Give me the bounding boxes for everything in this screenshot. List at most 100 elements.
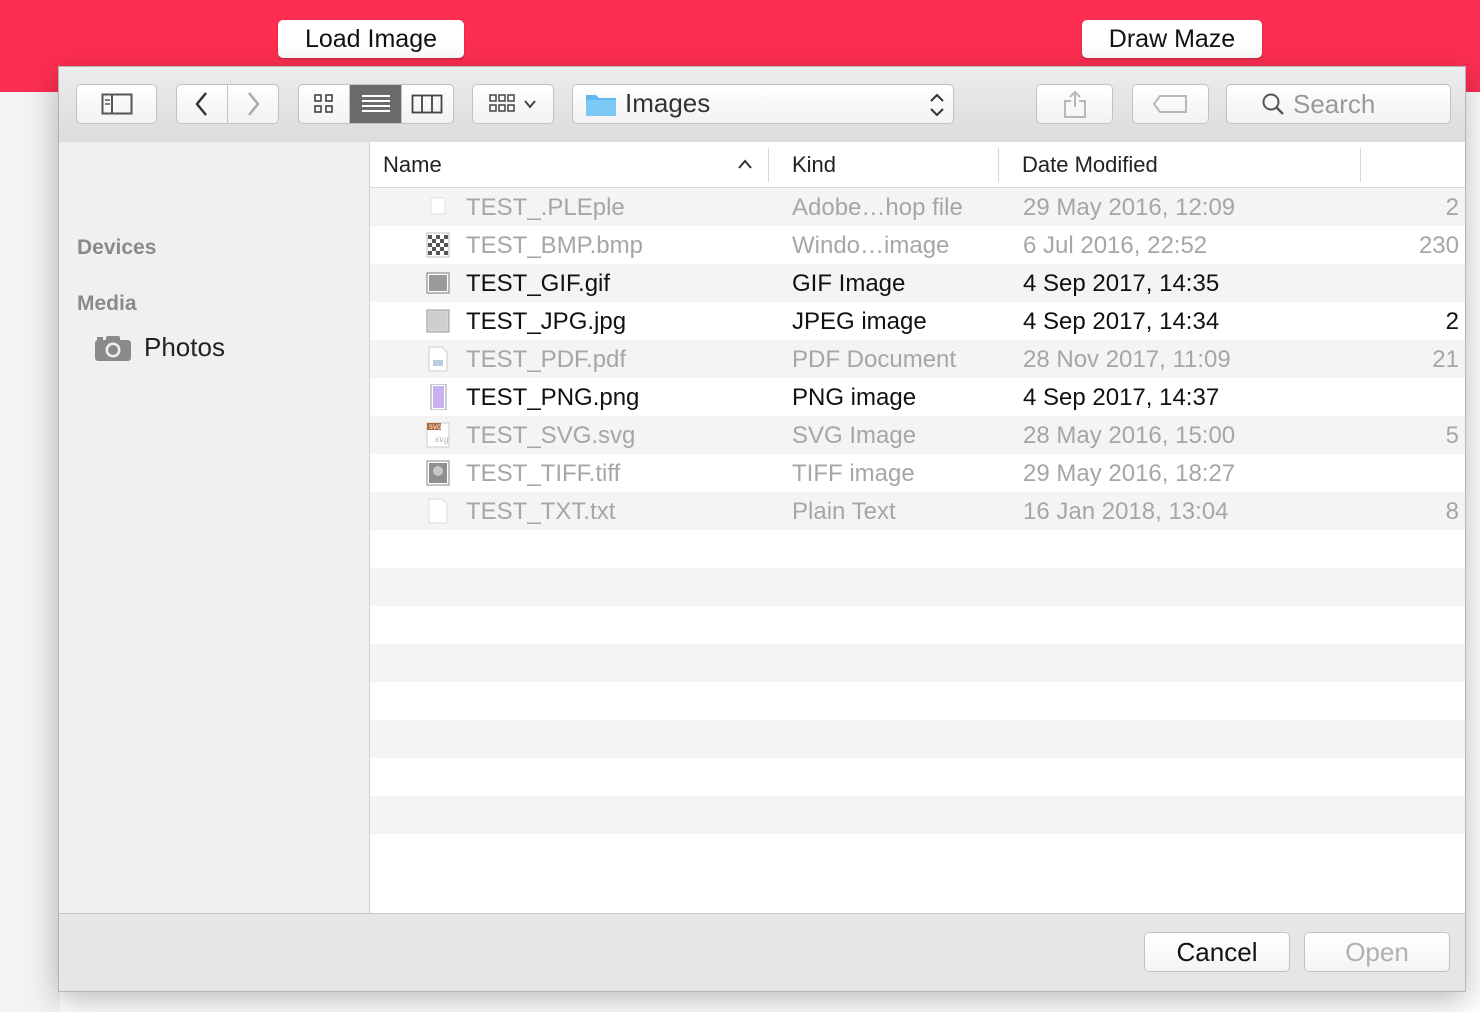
svg-text:svg: svg bbox=[435, 435, 449, 444]
folder-icon bbox=[586, 95, 616, 116]
empty-row bbox=[370, 606, 1465, 644]
page-background bbox=[0, 92, 60, 1012]
column-divider[interactable] bbox=[768, 148, 769, 182]
file-size-cell: 2 bbox=[1445, 308, 1459, 335]
file-name-cell: TEST_GIF.gif bbox=[466, 270, 611, 297]
empty-row bbox=[370, 834, 1465, 872]
forward-button[interactable] bbox=[228, 85, 278, 123]
file-list: Name Kind Date Modified TEST_.PLEple Adob… bbox=[370, 142, 1465, 913]
cancel-button[interactable]: Cancel bbox=[1144, 932, 1290, 972]
icon-view-button[interactable] bbox=[299, 85, 351, 123]
sidebar-icon bbox=[101, 93, 132, 115]
file-date-cell: 28 May 2016, 15:00 bbox=[1023, 422, 1236, 449]
sidebar-toggle-button[interactable] bbox=[76, 84, 157, 124]
file-size-cell: 2 bbox=[1445, 194, 1459, 221]
photo-image-icon bbox=[426, 460, 450, 486]
file-kind-cell: JPEG image bbox=[792, 308, 927, 335]
file-date-cell: 4 Sep 2017, 14:35 bbox=[1023, 270, 1220, 297]
file-name-cell: TEST_.PLEple bbox=[466, 194, 625, 221]
text-file-icon bbox=[426, 498, 450, 524]
dialog-footer: Cancel Open bbox=[59, 913, 1465, 991]
load-image-button[interactable]: Load Image bbox=[278, 20, 464, 58]
list-view-button[interactable] bbox=[350, 85, 402, 123]
list-icon bbox=[361, 95, 390, 112]
updown-chevron-icon bbox=[930, 93, 944, 117]
search-field[interactable]: Search bbox=[1226, 84, 1451, 124]
file-kind-cell: SVG Image bbox=[792, 422, 917, 449]
chevron-left-icon bbox=[195, 92, 207, 116]
sidebar-item-photos[interactable]: Photos bbox=[94, 332, 225, 363]
file-date-cell: 29 May 2016, 18:27 bbox=[1023, 460, 1236, 487]
file-size-cell: 230 bbox=[1418, 232, 1459, 259]
column-view-button[interactable] bbox=[402, 85, 453, 123]
file-date-cell: 29 May 2016, 12:09 bbox=[1023, 194, 1236, 221]
file-name-cell: TEST_BMP.bmp bbox=[466, 232, 643, 259]
search-placeholder: Search bbox=[1293, 88, 1376, 119]
file-date-cell: 4 Sep 2017, 14:37 bbox=[1023, 384, 1220, 411]
table-row[interactable]: SVG svg TEST_SVG.svg SVG Image 28 May 2016, … bbox=[370, 416, 1465, 454]
file-date-cell: 28 Nov 2017, 11:09 bbox=[1023, 346, 1231, 373]
file-date-cell: 4 Sep 2017, 14:34 bbox=[1023, 308, 1220, 335]
svg-text:SVG: SVG bbox=[429, 424, 442, 431]
empty-row bbox=[370, 644, 1465, 682]
file-rows: TEST_.PLEple Adobe…hop file 29 May 2016, 1… bbox=[370, 188, 1465, 872]
gray-image-icon bbox=[426, 270, 450, 296]
tag-button[interactable] bbox=[1132, 84, 1209, 124]
table-row[interactable]: TEST_TIFF.tiff TIFF image 29 May 2016, 18:… bbox=[370, 454, 1465, 492]
column-header-date-modified[interactable]: Date Modified bbox=[1022, 152, 1158, 178]
table-row[interactable]: TEST_GIF.gif GIF Image 4 Sep 2017, 14:35 bbox=[370, 264, 1465, 302]
empty-row bbox=[370, 720, 1465, 758]
purple-image-icon bbox=[426, 383, 450, 411]
dialog-toolbar: Images Search bbox=[59, 67, 1465, 143]
columns-icon bbox=[411, 94, 443, 114]
share-button[interactable] bbox=[1036, 84, 1113, 124]
chevron-down-icon bbox=[524, 100, 536, 109]
arrange-icon bbox=[489, 94, 515, 112]
checker-image-icon bbox=[426, 232, 450, 258]
location-popup[interactable]: Images bbox=[572, 84, 954, 124]
file-name-cell: TEST_JPG.jpg bbox=[466, 308, 627, 335]
table-row[interactable]: TEST_BMP.bmp Windo…image 6 Jul 2016, 22:52… bbox=[370, 226, 1465, 264]
sidebar: Devices Media Photos bbox=[59, 142, 370, 913]
tag-icon bbox=[1152, 95, 1187, 113]
draw-maze-button[interactable]: Draw Maze bbox=[1082, 20, 1262, 58]
file-kind-cell: Windo…image bbox=[792, 232, 950, 259]
column-divider[interactable] bbox=[1360, 148, 1361, 182]
back-button[interactable] bbox=[177, 85, 228, 123]
column-header-kind[interactable]: Kind bbox=[792, 152, 836, 178]
file-kind-cell: Plain Text bbox=[792, 498, 896, 525]
table-row[interactable]: TEST_TXT.txt Plain Text 16 Jan 2018, 13:04… bbox=[370, 492, 1465, 530]
file-name-cell: TEST_SVG.svg bbox=[466, 422, 636, 449]
sort-ascending-icon bbox=[738, 159, 752, 169]
file-name-cell: TEST_TXT.txt bbox=[466, 498, 616, 525]
column-divider[interactable] bbox=[998, 148, 999, 182]
noise-image-icon bbox=[426, 308, 450, 334]
table-row[interactable]: TEST_PNG.png PNG image 4 Sep 2017, 14:37 bbox=[370, 378, 1465, 416]
table-row[interactable]: TEST_JPG.jpg JPEG image 4 Sep 2017, 14:34 2 bbox=[370, 302, 1465, 340]
empty-row bbox=[370, 796, 1465, 834]
column-header-name[interactable]: Name bbox=[383, 152, 442, 178]
file-date-cell: 16 Jan 2018, 13:04 bbox=[1023, 498, 1229, 525]
empty-row bbox=[370, 682, 1465, 720]
file-kind-cell: Adobe…hop file bbox=[792, 194, 963, 221]
pdf-document-icon bbox=[426, 346, 450, 372]
sidebar-item-label: Photos bbox=[144, 332, 225, 362]
search-icon bbox=[1262, 93, 1284, 115]
file-size-cell: 5 bbox=[1445, 422, 1459, 449]
open-button[interactable]: Open bbox=[1304, 932, 1450, 972]
file-kind-cell: PNG image bbox=[792, 384, 917, 411]
svg-document-icon: SVG svg bbox=[426, 422, 450, 448]
arrange-menu-button[interactable] bbox=[472, 84, 554, 124]
empty-row bbox=[370, 758, 1465, 796]
table-row[interactable]: TEST_.PLEple Adobe…hop file 29 May 2016, 1… bbox=[370, 188, 1465, 226]
sidebar-section-media: Media bbox=[77, 292, 137, 315]
table-row[interactable]: TEST_PDF.pdf PDF Document 28 Nov 2017, 11:… bbox=[370, 340, 1465, 378]
share-icon bbox=[1063, 90, 1086, 118]
grid-icon bbox=[314, 94, 333, 113]
file-size-cell: 21 bbox=[1432, 346, 1459, 373]
file-name-cell: TEST_PNG.png bbox=[466, 384, 640, 411]
file-date-cell: 6 Jul 2016, 22:52 bbox=[1023, 232, 1208, 259]
empty-row bbox=[370, 530, 1465, 568]
view-mode-selector bbox=[298, 84, 454, 124]
location-label: Images bbox=[625, 88, 711, 118]
